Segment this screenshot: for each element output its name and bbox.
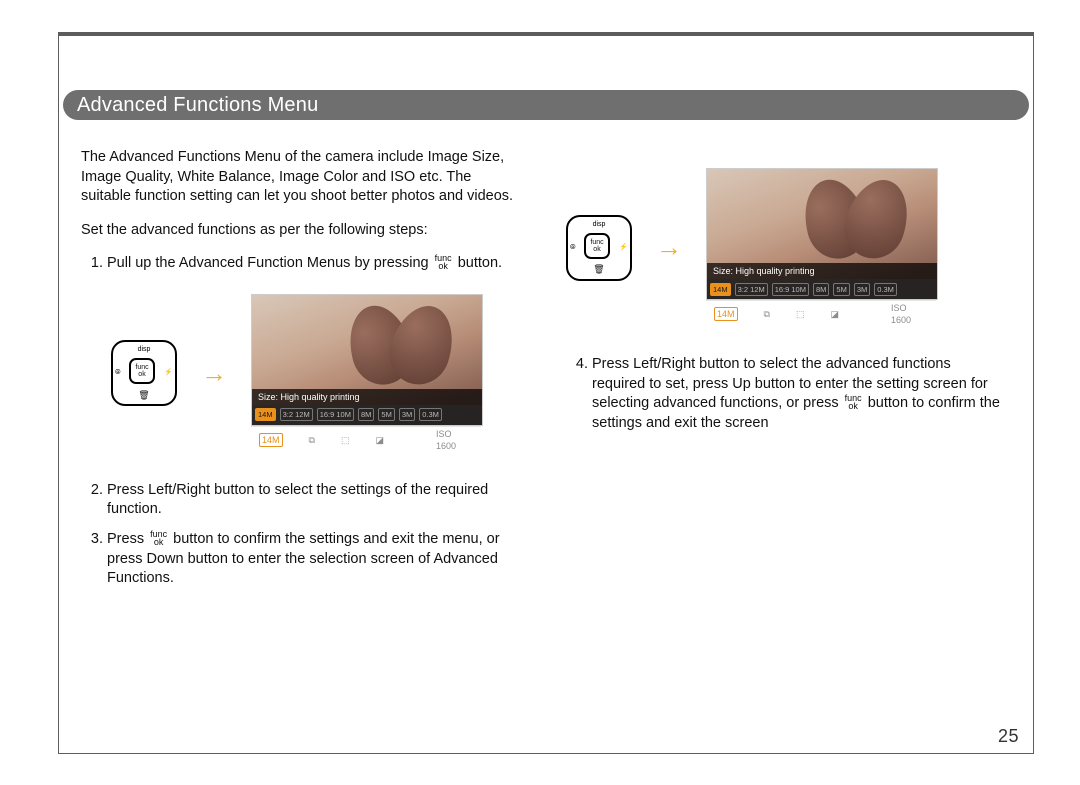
pad-disp-label: disp	[113, 345, 175, 354]
pad-flash-icon: ⚡	[164, 368, 173, 377]
func-quality-icon: ⧉	[764, 308, 770, 320]
size-chip-8m: 8M	[358, 408, 374, 421]
size-caption: Size: High quality printing	[707, 263, 937, 279]
size-caption: Size: High quality printing	[252, 389, 482, 405]
function-bar: 14M ⧉ ⬚ ◪ ISO 1600	[706, 300, 936, 327]
function-bar: 14M ⧉ ⬚ ◪ ISO 1600	[251, 426, 481, 453]
arrow-right-icon: →	[656, 230, 682, 265]
size-chip-10m: 16:9 10M	[772, 283, 809, 296]
pad-trash-icon: 🗑	[568, 263, 630, 275]
pad-left-icon: ⦾	[115, 368, 121, 377]
screenshot-left: Size: High quality printing 14M 3:2 12M …	[251, 294, 481, 453]
size-chip-03m: 0.3M	[874, 283, 897, 296]
pad-left-icon: ⦾	[570, 243, 576, 252]
size-chip-12m: 3:2 12M	[280, 408, 313, 421]
size-chip-10m: 16:9 10M	[317, 408, 354, 421]
size-chip-12m: 3:2 12M	[735, 283, 768, 296]
pad-funcok-icon: funcok	[129, 358, 155, 384]
diagram-row-left: disp ⦾ ⚡ funcok 🗑 → Size: High quality p…	[111, 294, 520, 453]
size-chip-14m: 14M	[710, 283, 731, 296]
step-4: Press Left/Right button to select the ad…	[592, 355, 1007, 433]
step-1a: Pull up the Advanced Function Menus by p…	[107, 255, 433, 271]
size-chip-5m: 5M	[378, 408, 394, 421]
sample-photo-icon	[350, 305, 460, 395]
pad-trash-icon: 🗑	[113, 389, 175, 401]
func-wb-icon: ⬚	[796, 308, 805, 320]
size-option-strip: 14M 3:2 12M 16:9 10M 8M 5M 3M 0.3M	[252, 405, 482, 425]
step-2: Press Left/Right button to select the se…	[107, 481, 520, 520]
steps-heading: Set the advanced functions as per the fo…	[81, 221, 520, 241]
page-number: 25	[998, 726, 1019, 747]
screenshot-right: Size: High quality printing 14M 3:2 12M …	[706, 168, 936, 327]
func-iso-icon: ISO 1600	[436, 428, 473, 452]
func-wb-icon: ⬚	[341, 434, 350, 446]
pad-funcok-icon: funcok	[584, 233, 610, 259]
func-ok-icon: funcok	[150, 530, 167, 546]
step-1b: button.	[458, 255, 502, 271]
arrow-right-icon: →	[201, 356, 227, 391]
step-3: Press funcok button to confirm the setti…	[107, 530, 520, 589]
sample-photo-icon	[805, 179, 915, 269]
left-column: The Advanced Functions Menu of the camer…	[69, 130, 546, 745]
page-frame: Advanced Functions Menu The Advanced Fun…	[58, 32, 1034, 754]
step-3a: Press	[107, 531, 148, 547]
func-size-icon: 14M	[714, 307, 738, 321]
size-chip-8m: 8M	[813, 283, 829, 296]
func-iso-icon: ISO 1600	[891, 302, 928, 326]
func-ok-icon: funcok	[435, 254, 452, 270]
content-columns: The Advanced Functions Menu of the camer…	[69, 130, 1023, 745]
size-chip-3m: 3M	[854, 283, 870, 296]
intro-paragraph: The Advanced Functions Menu of the camer…	[81, 148, 520, 207]
right-column: disp ⦾ ⚡ funcok 🗑 → Size: High quality p…	[546, 130, 1023, 745]
func-color-icon: ◪	[375, 434, 384, 446]
func-ok-icon: funcok	[845, 394, 862, 410]
size-chip-03m: 0.3M	[419, 408, 442, 421]
size-option-strip: 14M 3:2 12M 16:9 10M 8M 5M 3M 0.3M	[707, 279, 937, 299]
section-title: Advanced Functions Menu	[77, 94, 318, 117]
pad-disp-label: disp	[568, 220, 630, 229]
step-1: Pull up the Advanced Function Menus by p…	[107, 254, 520, 274]
section-title-bar: Advanced Functions Menu	[63, 90, 1029, 120]
func-size-icon: 14M	[259, 433, 283, 447]
func-quality-icon: ⧉	[309, 434, 315, 446]
size-chip-3m: 3M	[399, 408, 415, 421]
size-chip-14m: 14M	[255, 408, 276, 421]
size-chip-5m: 5M	[833, 283, 849, 296]
control-pad-icon: disp ⦾ ⚡ funcok 🗑	[566, 215, 632, 281]
diagram-row-right: disp ⦾ ⚡ funcok 🗑 → Size: High quality p…	[566, 168, 1007, 327]
func-color-icon: ◪	[830, 308, 839, 320]
pad-flash-icon: ⚡	[619, 243, 628, 252]
control-pad-icon: disp ⦾ ⚡ funcok 🗑	[111, 340, 177, 406]
